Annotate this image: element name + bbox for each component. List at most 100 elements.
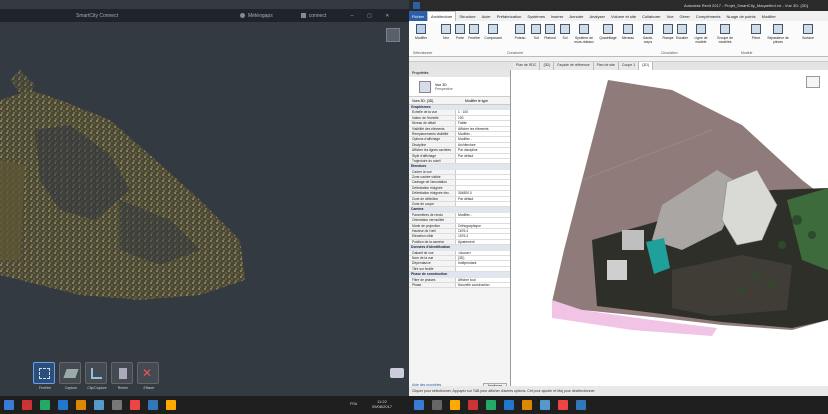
tab-view[interactable]: Vue	[664, 11, 677, 21]
ribbon-button-mullion[interactable]: Meneau	[621, 24, 635, 50]
ribbon-button-floor[interactable]: Sol	[558, 24, 572, 50]
property-value[interactable]: {3D}	[455, 255, 510, 261]
property-value[interactable]	[455, 158, 510, 164]
taskbar-app-icon[interactable]	[148, 400, 158, 410]
property-value[interactable]	[455, 266, 510, 272]
tab-collaborate[interactable]: Collaborer	[639, 11, 663, 21]
taskbar-app-icon[interactable]	[40, 400, 50, 410]
connect-label[interactable]: connect	[309, 13, 327, 19]
property-value[interactable]: 1 : 100	[455, 110, 510, 115]
taskbar-app-icon[interactable]	[450, 400, 460, 410]
tool-delete-button[interactable]: Retirer	[111, 362, 133, 390]
maximize-button[interactable]	[386, 28, 400, 42]
point-cloud-render[interactable]	[0, 60, 409, 320]
ribbon-button-modify[interactable]: Modifier	[413, 24, 429, 50]
tab-annotate[interactable]: Annoter	[566, 11, 586, 21]
property-value[interactable]: Orthographique	[455, 223, 510, 228]
property-value[interactable]: Architecture	[455, 142, 510, 148]
tab-pointcloud[interactable]: Nuage de points	[723, 11, 758, 21]
tab-addins[interactable]: Compléments	[693, 11, 724, 21]
site-model-render[interactable]	[512, 70, 828, 386]
window-controls[interactable]: ─ ▢ ✕	[350, 13, 395, 19]
view-cube[interactable]	[806, 76, 820, 88]
property-value[interactable]: Indépendant	[455, 261, 510, 266]
taskbar-app-icon[interactable]	[558, 400, 568, 410]
pointcloud-viewer[interactable]: SmartCity Connect Météogaps connect ─ ▢ …	[0, 0, 409, 396]
property-value[interactable]	[455, 202, 510, 207]
tab-insert[interactable]: Insérer	[548, 11, 566, 21]
property-value[interactable]: Modifier...	[455, 131, 510, 137]
taskbar-app-icon[interactable]	[76, 400, 86, 410]
property-value[interactable]: Afficher les éléments	[455, 126, 510, 131]
taskbar-app-icon[interactable]	[112, 400, 122, 410]
property-value[interactable]	[455, 218, 510, 223]
property-value[interactable]: Modifier...	[455, 212, 510, 218]
ribbon-button-curtain[interactable]: Système de murs-rideaux	[573, 24, 595, 50]
ribbon-button-room[interactable]: Pièce	[749, 24, 763, 50]
taskbar-app-icon[interactable]	[468, 400, 478, 410]
property-value[interactable]: Faible	[455, 121, 510, 126]
doc-tab[interactable]: Plan de site	[593, 62, 619, 70]
taskbar-app-icon[interactable]	[166, 400, 176, 410]
taskbar-app-icon[interactable]	[486, 400, 496, 410]
property-value[interactable]: 1676.4	[455, 228, 510, 234]
tab-analyze[interactable]: Analyser	[586, 11, 608, 21]
taskbar-app-icon[interactable]	[22, 400, 32, 410]
property-value[interactable]: Nouvelle construction	[455, 282, 510, 288]
ribbon-button-ramp[interactable]: Rampe	[661, 24, 675, 50]
property-value[interactable]	[455, 180, 510, 185]
property-value[interactable]	[455, 185, 510, 191]
taskbar-app-icon[interactable]	[522, 400, 532, 410]
ribbon-button-door[interactable]: Porte	[453, 24, 467, 50]
windows-start-icon[interactable]	[4, 400, 14, 410]
ribbon-button-model-line[interactable]: Ligne de modèle	[692, 24, 710, 50]
ribbon-button-area[interactable]: Surface	[799, 24, 817, 50]
property-value[interactable]: 1676.4	[455, 234, 510, 239]
tab-massing[interactable]: Volume et site	[608, 11, 639, 21]
taskbar-app-icon[interactable]	[414, 400, 424, 410]
doc-tab-active[interactable]: {3D}	[639, 62, 653, 70]
tab-architecture[interactable]: Architecture	[427, 11, 457, 21]
ribbon-button-window[interactable]: Fenêtre	[467, 24, 481, 50]
property-value[interactable]: Par discipline	[455, 148, 510, 153]
clock[interactable]: 11:22 09/08/2017	[372, 399, 392, 409]
property-value[interactable]: Modifier...	[455, 137, 510, 142]
ribbon-button-model-group[interactable]: Groupe de modèles	[714, 24, 736, 50]
tab-modify[interactable]: Modifier	[759, 11, 779, 21]
tab-prefab[interactable]: Préfabrication	[494, 11, 525, 21]
ribbon-button-roof[interactable]: Toit	[529, 24, 543, 50]
ribbon-button-ceiling[interactable]: Plafond	[543, 24, 557, 50]
layers-stack-icon[interactable]	[390, 368, 404, 378]
property-value[interactable]	[455, 169, 510, 175]
tool-window-button[interactable]: Fenêtre	[33, 362, 55, 390]
doc-tab[interactable]: Coupe 1	[618, 62, 640, 70]
doc-tab[interactable]: Plan de RDC	[513, 62, 541, 70]
taskbar-app-icon[interactable]	[576, 400, 586, 410]
taskbar-app-icon[interactable]	[504, 400, 514, 410]
keyboard-lang[interactable]: FRA	[350, 402, 357, 406]
property-value[interactable]: Afficher tout	[455, 277, 510, 282]
property-value[interactable]: 100	[455, 115, 510, 121]
user-label[interactable]: Météogaps	[248, 13, 273, 19]
ribbon-button-wall[interactable]: Mur	[439, 24, 453, 50]
ribbon-button-component[interactable]: Composant	[483, 24, 503, 50]
tool-clear-button[interactable]: ✕ Effacer	[137, 362, 159, 390]
property-value[interactable]: <Aucun>	[455, 250, 510, 255]
tab-structure[interactable]: Structure	[456, 11, 478, 21]
property-value[interactable]: Ajustement	[455, 239, 510, 245]
taskbar-app-icon[interactable]	[58, 400, 68, 410]
panel-label-select[interactable]: Sélectionner	[413, 51, 432, 55]
property-value[interactable]	[455, 175, 510, 180]
ribbon-button-room-separator[interactable]: Séparateur de pièces	[767, 24, 789, 50]
revit-3d-view[interactable]	[512, 70, 828, 386]
property-value[interactable]: Par défaut	[455, 196, 510, 202]
tab-file[interactable]: Fichier	[409, 11, 428, 21]
ribbon-button-grid[interactable]: Quadrillage	[599, 24, 617, 50]
taskbar-app-icon[interactable]	[94, 400, 104, 410]
property-value[interactable]: Par défaut	[455, 153, 510, 158]
taskbar-app-icon[interactable]	[130, 400, 140, 410]
ribbon-button-stair[interactable]: Escalier	[675, 24, 689, 50]
view-selector[interactable]: Vues 3D: {3D}	[409, 99, 459, 103]
tool-capture-button[interactable]: Capture	[59, 362, 81, 390]
doc-tab[interactable]: Façade de référence	[554, 62, 594, 70]
